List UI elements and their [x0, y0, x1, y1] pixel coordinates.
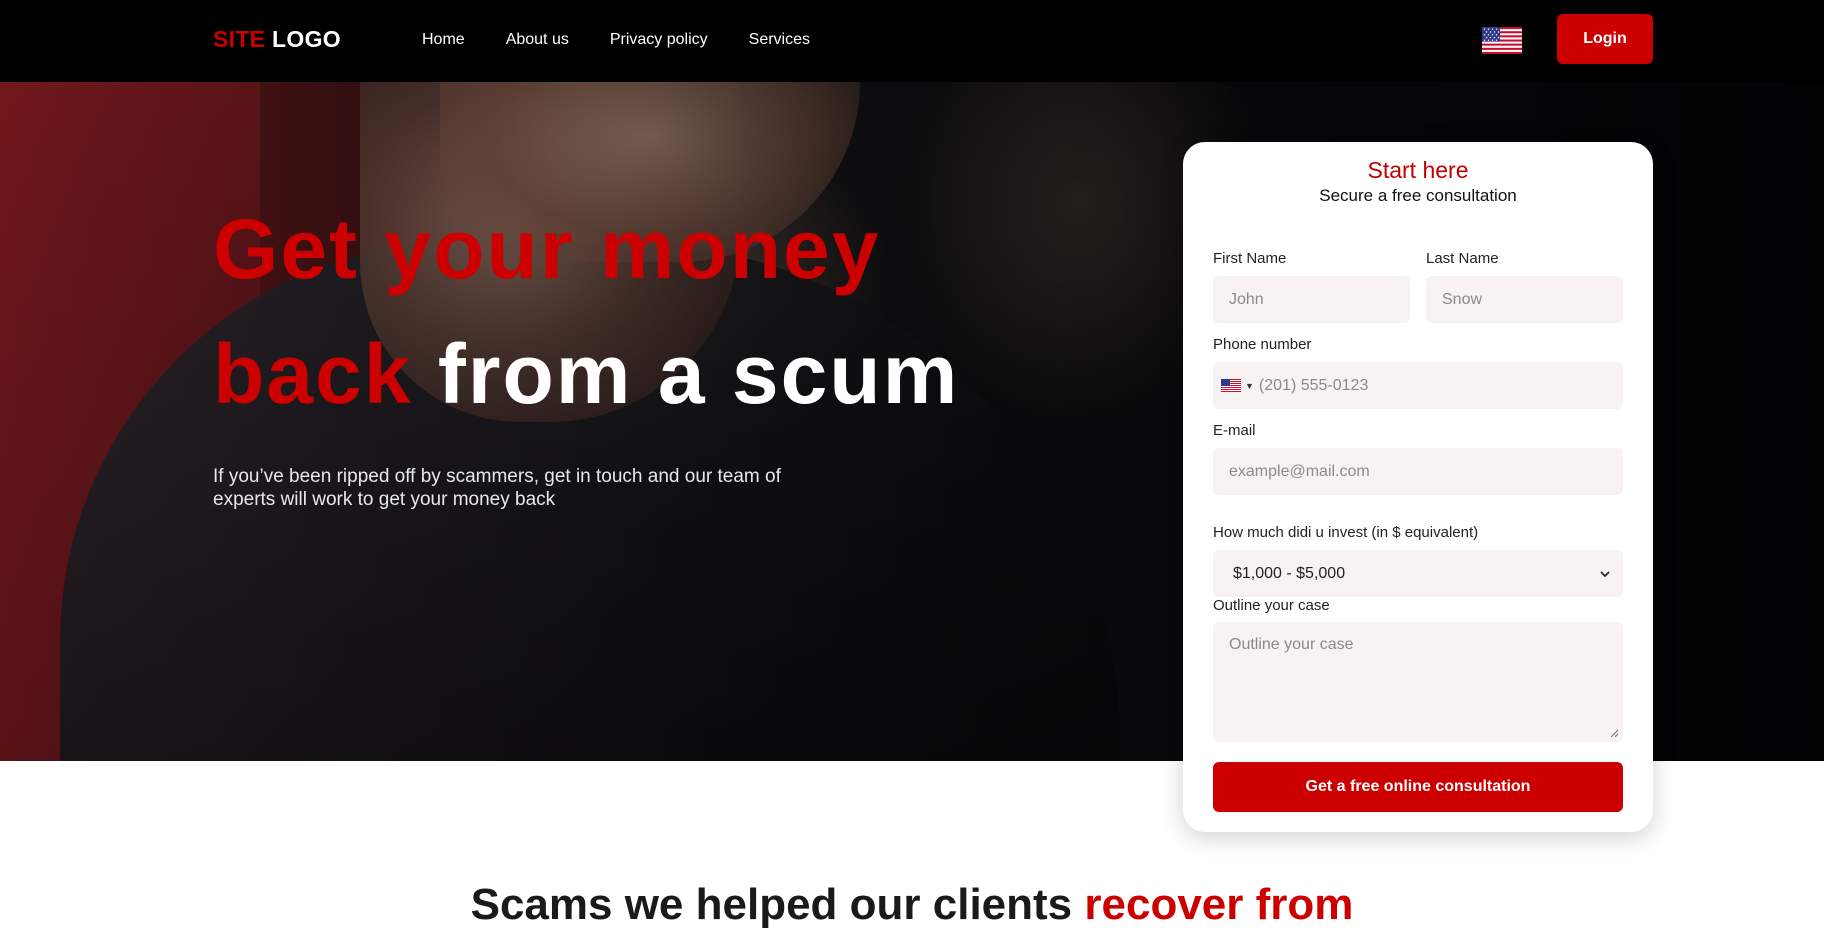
- invest-amount-select[interactable]: $1,000 - $5,000: [1213, 550, 1623, 597]
- case-label: Outline your case: [1213, 597, 1330, 614]
- form-subtitle: Secure a free consultation: [1319, 186, 1517, 205]
- last-name-label: Last Name: [1426, 250, 1499, 267]
- email-label: E-mail: [1213, 422, 1256, 439]
- nav-home[interactable]: Home: [422, 31, 465, 49]
- first-name-label: First Name: [1213, 250, 1287, 267]
- last-name-input[interactable]: Snow: [1426, 276, 1623, 323]
- get-consultation-button[interactable]: Get a free online consultation: [1213, 762, 1623, 812]
- case-placeholder: Outline your case: [1229, 636, 1354, 653]
- invest-selected-value: $1,000 - $5,000: [1233, 564, 1346, 582]
- invest-label: How much didi u invest (in $ equivalent): [1213, 524, 1479, 541]
- section-title-red: recover from: [1084, 880, 1354, 929]
- us-flag-icon[interactable]: [1482, 27, 1522, 54]
- nav-about-us[interactable]: About us: [506, 31, 569, 49]
- headline-red-line-1: Get your money: [213, 202, 881, 296]
- top-navigation-bar: SITE LOGO Home About us Privacy policy S…: [0, 0, 1824, 82]
- main-nav: Home About us Privacy policy Services: [422, 31, 810, 49]
- chevron-down-icon: [1600, 570, 1610, 577]
- login-button[interactable]: Login: [1557, 14, 1653, 64]
- consultation-form-card: Start here Secure a free consultation Fi…: [1183, 142, 1653, 832]
- logo-red-text: SITE: [213, 26, 266, 52]
- resize-handle-icon[interactable]: [1610, 729, 1619, 738]
- us-flag-icon[interactable]: [1221, 379, 1241, 392]
- hero-subtext: If you’ve been ripped off by scammers, g…: [213, 466, 781, 510]
- email-placeholder: example@mail.com: [1229, 462, 1370, 480]
- last-name-placeholder: Snow: [1442, 290, 1483, 308]
- site-logo[interactable]: SITE LOGO: [213, 26, 341, 53]
- first-name-input[interactable]: John: [1213, 276, 1410, 323]
- logo-white-text: LOGO: [272, 26, 341, 52]
- phone-placeholder: (201) 555-0123: [1258, 376, 1369, 394]
- scams-section-title: Scams we helped our clients recover from: [0, 880, 1824, 930]
- form-title: Start here: [1367, 157, 1469, 183]
- phone-label: Phone number: [1213, 336, 1312, 353]
- email-input[interactable]: example@mail.com: [1213, 448, 1623, 495]
- phone-input[interactable]: ▼ (201) 555-0123: [1213, 362, 1623, 409]
- nav-services[interactable]: Services: [749, 31, 810, 49]
- headline-white-text: from a scum: [437, 327, 960, 421]
- section-title-dark: Scams we helped our clients: [470, 880, 1073, 929]
- first-name-placeholder: John: [1229, 290, 1264, 308]
- nav-privacy-policy[interactable]: Privacy policy: [610, 31, 708, 49]
- hero-headline: Get your money back from a scum: [213, 187, 1113, 437]
- case-textarea[interactable]: Outline your case: [1213, 622, 1623, 742]
- headline-red-line-2: back: [213, 327, 413, 421]
- caret-down-icon[interactable]: ▼: [1245, 381, 1254, 391]
